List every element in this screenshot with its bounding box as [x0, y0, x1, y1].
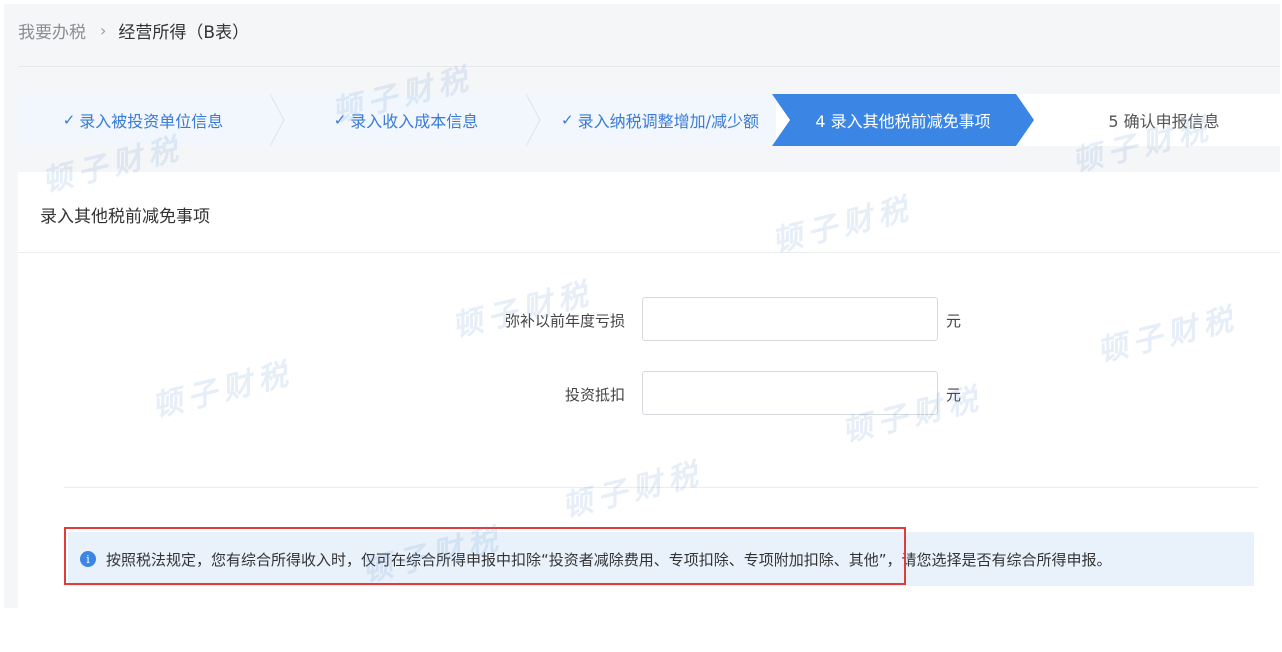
- step-label: 4 录入其他税前减免事项: [815, 112, 991, 131]
- step-divider: [524, 94, 544, 146]
- unit-label: 元: [946, 312, 962, 330]
- form-card: 录入其他税前减免事项 弥补以前年度亏损 元 投资抵扣 元 i 按照税法规定，您有…: [18, 172, 1280, 608]
- card-title-divider: [18, 252, 1280, 253]
- step-divider: [268, 94, 288, 146]
- check-icon: ✓: [561, 111, 574, 129]
- step-label: 5 确认申报信息: [1108, 112, 1220, 131]
- investment-deduction-input[interactable]: [642, 371, 938, 415]
- notice-text: 按照税法规定，您有综合所得收入时，仅可在综合所得申报中扣除“投资者减除费用、专项…: [106, 550, 1112, 569]
- card-title: 录入其他税前减免事项: [40, 207, 210, 227]
- info-notice: i 按照税法规定，您有综合所得收入时，仅可在综合所得申报中扣除“投资者减除费用、…: [68, 532, 1254, 586]
- field-label: 投资抵扣: [564, 386, 625, 404]
- breadcrumb-current: 经营所得（B表）: [118, 22, 250, 43]
- form-divider: [64, 487, 1258, 488]
- check-icon: ✓: [62, 111, 76, 129]
- form-row-investment-deduction: 投资抵扣 元: [18, 371, 1280, 417]
- step-label: 录入纳税调整增加/减少额: [577, 112, 759, 131]
- step-label: 录入被投资单位信息: [79, 112, 224, 131]
- step-5[interactable]: 5 确认申报信息: [1048, 94, 1280, 146]
- header-divider: [18, 66, 1280, 67]
- breadcrumb: 我要办税 › 经营所得（B表）: [18, 16, 249, 44]
- step-4-active[interactable]: 4 录入其他税前减免事项: [772, 94, 1034, 146]
- field-label: 弥补以前年度亏损: [504, 312, 625, 330]
- breadcrumb-separator-icon: ›: [100, 20, 107, 40]
- form-row-loss-offset: 弥补以前年度亏损 元: [18, 297, 1280, 343]
- loss-offset-input[interactable]: [642, 297, 938, 341]
- step-progress-bar: ✓ 录入被投资单位信息 ✓ 录入收入成本信息 ✓ 录入纳税调整增加/减少额 4 …: [18, 94, 1280, 146]
- info-icon: i: [80, 551, 96, 567]
- breadcrumb-parent-link[interactable]: 我要办税: [18, 18, 86, 43]
- check-icon: ✓: [333, 111, 347, 129]
- step-label: 录入收入成本信息: [350, 112, 479, 131]
- step-3[interactable]: ✓ 录入纳税调整增加/减少额: [544, 94, 776, 146]
- unit-label: 元: [946, 386, 962, 404]
- step-1[interactable]: ✓ 录入被投资单位信息: [18, 94, 268, 146]
- step-2[interactable]: ✓ 录入收入成本信息: [288, 94, 524, 146]
